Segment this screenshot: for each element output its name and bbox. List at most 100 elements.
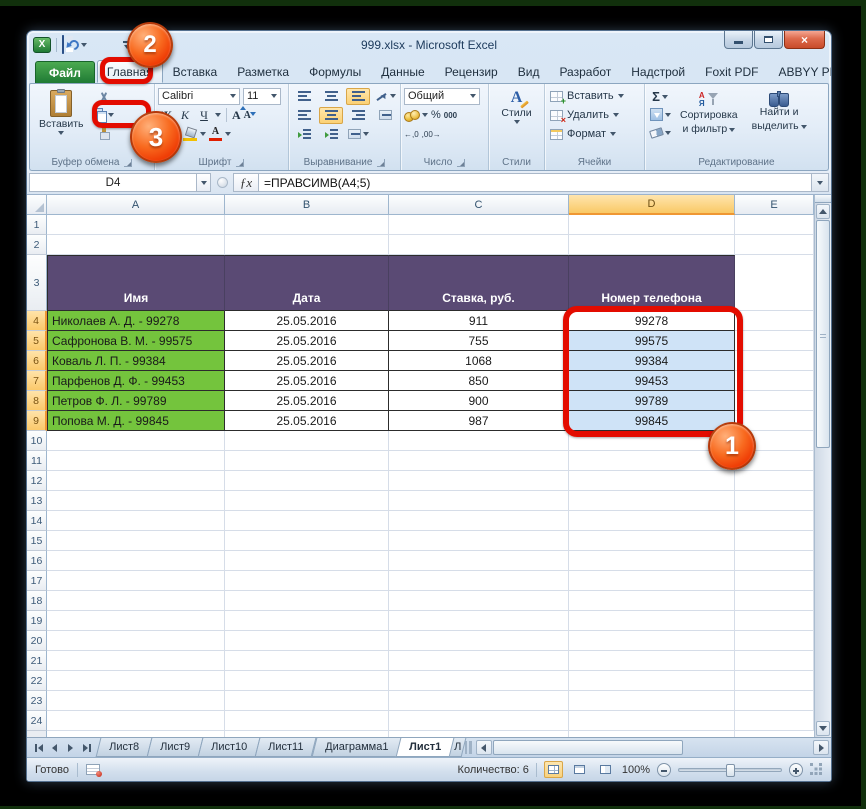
cell-A12[interactable] — [47, 471, 225, 491]
row-header-6[interactable]: 6 — [27, 351, 47, 371]
cell-E16[interactable] — [735, 551, 814, 571]
delete-cells-button[interactable]: Удалить — [548, 106, 626, 124]
cell-D12[interactable] — [569, 471, 735, 491]
font-dialog-launcher-icon[interactable] — [236, 158, 245, 167]
undo-button[interactable] — [66, 37, 87, 52]
cell-C20[interactable] — [389, 631, 569, 651]
cell-C16[interactable] — [389, 551, 569, 571]
excel-logo-icon[interactable]: X — [33, 36, 51, 53]
cell-A6[interactable]: Коваль Л. П. - 99384 — [47, 351, 225, 371]
cell-D1[interactable] — [569, 215, 735, 235]
sort-filter-button[interactable]: АЯ Сортировка и фильтр — [674, 87, 744, 137]
cell-C7[interactable]: 850 — [389, 371, 569, 391]
zoom-out-button[interactable] — [657, 762, 671, 777]
cell-B18[interactable] — [225, 591, 389, 611]
scroll-down-button[interactable] — [816, 721, 830, 736]
cell-A15[interactable] — [47, 531, 225, 551]
italic-button[interactable]: К — [177, 108, 193, 123]
cell-E24[interactable] — [735, 711, 814, 731]
row-header-22[interactable]: 22 — [27, 671, 47, 691]
row-header-19[interactable]: 19 — [27, 611, 47, 631]
cell-C15[interactable] — [389, 531, 569, 551]
row-header-1[interactable]: 1 — [27, 215, 47, 235]
align-top-button[interactable] — [292, 88, 316, 105]
tab-file[interactable]: Файл — [35, 61, 95, 83]
tab-layout[interactable]: Разметка — [227, 60, 299, 83]
cell-E12[interactable] — [735, 471, 814, 491]
align-middle-button[interactable] — [319, 88, 343, 105]
tab-review[interactable]: Рецензир — [435, 60, 508, 83]
cell-E2[interactable] — [735, 235, 814, 255]
cell-D2[interactable] — [569, 235, 735, 255]
cell-C12[interactable] — [389, 471, 569, 491]
cell-B4[interactable]: 25.05.2016 — [225, 311, 389, 331]
row-header-14[interactable]: 14 — [27, 511, 47, 531]
cell-C11[interactable] — [389, 451, 569, 471]
cell-B9[interactable]: 25.05.2016 — [225, 411, 389, 431]
next-sheet-button[interactable] — [64, 741, 77, 754]
cell-B11[interactable] — [225, 451, 389, 471]
paste-button[interactable]: Вставить — [33, 87, 90, 138]
cell-A5[interactable]: Сафронова В. М. - 99575 — [47, 331, 225, 351]
row-header-21[interactable]: 21 — [27, 651, 47, 671]
cell-B15[interactable] — [225, 531, 389, 551]
cell-D24[interactable] — [569, 711, 735, 731]
alignment-dialog-launcher-icon[interactable] — [377, 158, 386, 167]
cell-C6[interactable]: 1068 — [389, 351, 569, 371]
column-header-A[interactable]: A — [47, 195, 225, 215]
format-cells-button[interactable]: Формат — [548, 125, 626, 143]
cell-E22[interactable] — [735, 671, 814, 691]
row-header-20[interactable]: 20 — [27, 631, 47, 651]
cell-A2[interactable] — [47, 235, 225, 255]
cell-C13[interactable] — [389, 491, 569, 511]
tab-addins[interactable]: Надстрой — [621, 60, 695, 83]
cell-A14[interactable] — [47, 511, 225, 531]
hscroll-left-button[interactable] — [475, 740, 492, 755]
cell-A4[interactable]: Николаев А. Д. - 99278 — [47, 311, 225, 331]
cell-C1[interactable] — [389, 215, 569, 235]
cell-A22[interactable] — [47, 671, 225, 691]
cell-A3[interactable]: Имя — [47, 255, 225, 311]
cell-C10[interactable] — [389, 431, 569, 451]
close-button[interactable]: × — [784, 31, 825, 49]
cell-D16[interactable] — [569, 551, 735, 571]
cell-A9[interactable]: Попова М. Д. - 99845 — [47, 411, 225, 431]
column-header-D[interactable]: D — [569, 195, 735, 215]
cell-C8[interactable]: 900 — [389, 391, 569, 411]
tab-foxit[interactable]: Foxit PDF — [695, 60, 768, 83]
cell-B22[interactable] — [225, 671, 389, 691]
cell-B7[interactable]: 25.05.2016 — [225, 371, 389, 391]
font-family-select[interactable]: Calibri — [158, 87, 240, 105]
styles-button[interactable]: А Стили — [495, 87, 537, 127]
cell-C4[interactable]: 911 — [389, 311, 569, 331]
sheet-tab-2[interactable]: Лист9 — [146, 738, 204, 757]
underline-button[interactable]: Ч — [196, 108, 212, 123]
cell-A16[interactable] — [47, 551, 225, 571]
align-left-button[interactable] — [292, 107, 316, 124]
cell-B21[interactable] — [225, 651, 389, 671]
cell-D22[interactable] — [569, 671, 735, 691]
cell-E14[interactable] — [735, 511, 814, 531]
cell-A18[interactable] — [47, 591, 225, 611]
row-header-16[interactable]: 16 — [27, 551, 47, 571]
minimize-button[interactable] — [724, 31, 753, 49]
cell-C21[interactable] — [389, 651, 569, 671]
align-center-button[interactable] — [319, 106, 343, 124]
row-header-23[interactable]: 23 — [27, 691, 47, 711]
zoom-level[interactable]: 100% — [622, 764, 650, 776]
page-break-view-button[interactable] — [596, 761, 615, 778]
normal-view-button[interactable] — [543, 761, 563, 778]
cell-E20[interactable] — [735, 631, 814, 651]
sheet-tab-1[interactable]: Лист8 — [95, 738, 153, 757]
cell-E6[interactable] — [735, 351, 814, 371]
cell-C23[interactable] — [389, 691, 569, 711]
row-header-13[interactable]: 13 — [27, 491, 47, 511]
cell-E21[interactable] — [735, 651, 814, 671]
cell-A23[interactable] — [47, 691, 225, 711]
resize-grip-icon[interactable] — [810, 763, 823, 776]
find-select-button[interactable]: Найти и выделить — [746, 87, 813, 134]
orientation-button[interactable] — [373, 88, 397, 105]
zoom-in-button[interactable] — [789, 762, 803, 777]
increase-indent-button[interactable] — [319, 126, 343, 143]
cell-E13[interactable] — [735, 491, 814, 511]
